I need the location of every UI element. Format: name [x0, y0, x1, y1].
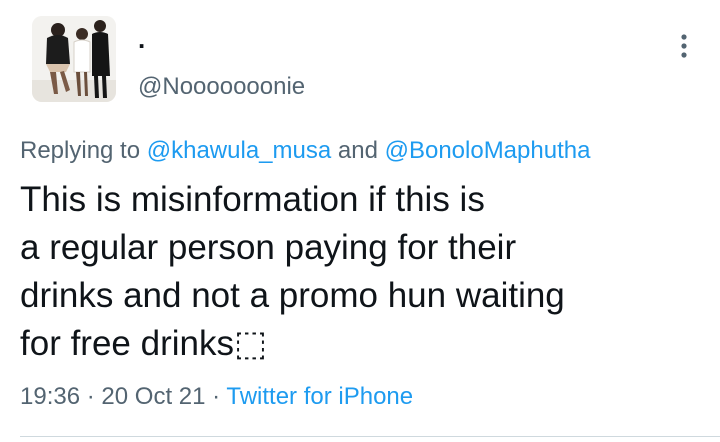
- display-name[interactable]: .: [138, 24, 145, 54]
- tweet-text: This is misinformation if this is a regu…: [20, 176, 710, 368]
- tweet-source-link[interactable]: Twitter for iPhone: [226, 383, 413, 410]
- divider: [20, 436, 720, 437]
- avatar-photo: [32, 16, 116, 102]
- replying-to-label: Replying to: [20, 137, 141, 164]
- replying-to-line: Replying to @khawula_musa and @BonoloMap…: [20, 135, 590, 167]
- user-handle[interactable]: @Nooooooonie: [138, 72, 305, 102]
- tweet-text-line: for free drinks⬚: [20, 324, 268, 363]
- tweet-time[interactable]: 19:36: [20, 383, 80, 410]
- tweet-date[interactable]: 20 Oct 21: [101, 383, 205, 410]
- more-vertical-icon: [681, 34, 687, 58]
- more-options-button[interactable]: [664, 26, 704, 66]
- meta-separator: ·: [212, 383, 221, 410]
- tweet-text-line: a regular person paying for their: [20, 228, 517, 267]
- replying-to-conjunction: and: [337, 137, 378, 164]
- mention-link-khawula-musa[interactable]: @khawula_musa: [147, 137, 331, 164]
- tweet-text-line: This is misinformation if this is: [20, 180, 485, 219]
- meta-separator: ·: [86, 383, 95, 410]
- avatar[interactable]: [32, 16, 116, 102]
- mention-link-bonolo-maphutha[interactable]: @BonoloMaphutha: [385, 137, 591, 164]
- tweet-metadata: 19:36 · 20 Oct 21 · Twitter for iPhone: [20, 381, 413, 413]
- tweet-text-line: drinks and not a promo hun waiting: [20, 276, 565, 315]
